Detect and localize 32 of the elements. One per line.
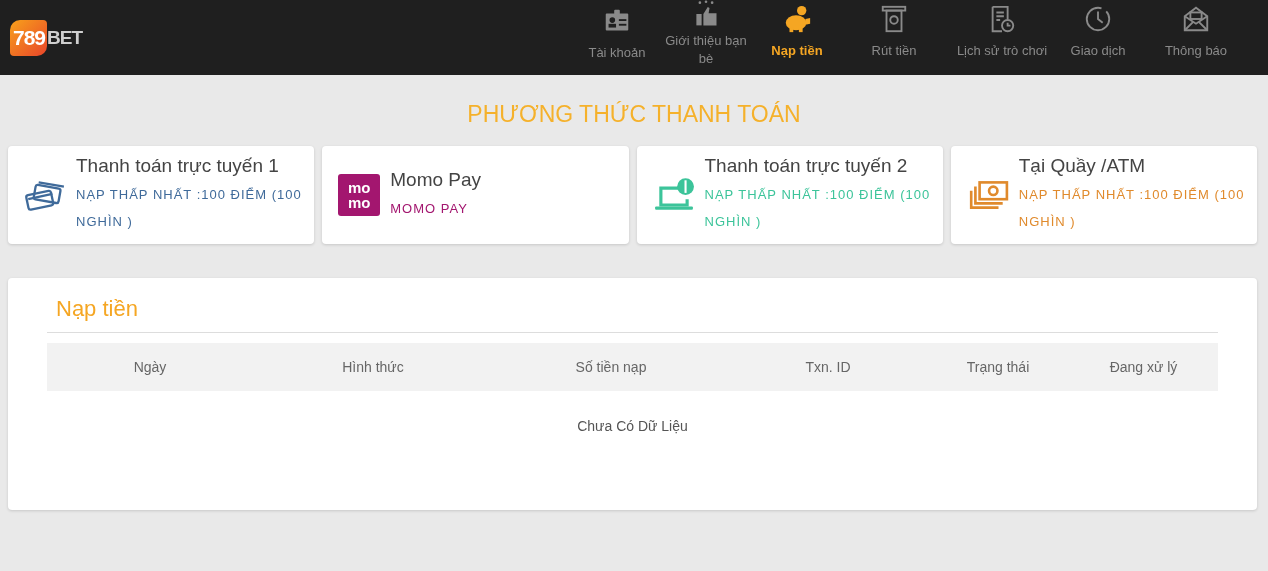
column-header: Số tiền nạp (574, 359, 648, 375)
momo-logo: mo mo (338, 174, 381, 216)
method-title: Thanh toán trực tuyến 2 (704, 155, 909, 177)
nav-item[interactable]: Giới thiệu bạn bè (656, 0, 756, 68)
clock-icon (1083, 4, 1113, 34)
method-title: Thanh toán trực tuyến 1 (76, 155, 280, 177)
nav-item[interactable]: Giao dịch (1054, 0, 1142, 60)
payment-method-card[interactable]: Thanh toán trực tuyến 2 NẠP THẤP NHẤT :100 ĐIỂM (100 NGHÌN ) (636, 146, 943, 244)
column-header: Hình thức (341, 359, 405, 375)
column-header: Ngày (132, 359, 168, 375)
mail-icon (1181, 4, 1211, 34)
column-header: Trạng thái (965, 359, 1031, 375)
payment-method-card[interactable]: mo mo Momo Pay MOMO PAY (322, 146, 629, 244)
method-note: NẠP THẤP NHẤT :100 ĐIỂM (100 NGHÌN ) (704, 186, 932, 231)
atm-icon (879, 4, 909, 34)
column-header: Đang xử lý (1108, 359, 1179, 375)
panel-title: Nạp tiền (47, 296, 1218, 333)
method-title: Tại Quầy /ATM (1018, 155, 1147, 177)
section-heading: PHƯƠNG THỨC THANH TOÁN (466, 101, 802, 128)
nav-item[interactable]: Thông báo (1142, 0, 1250, 60)
empty-message: Chưa Có Dữ Liệu (576, 418, 689, 434)
method-note: MOMO PAY (390, 199, 469, 218)
payment-method-card[interactable]: Tại Quầy /ATM NẠP THẤP NHẤT :100 ĐIỂM (100 NGHÌN ) (950, 146, 1257, 244)
nav-item[interactable]: Lịch sử trò chơi (950, 0, 1054, 60)
method-note: NẠP THẤP NHẤT :100 ĐIỂM (100 NGHÌN ) (1018, 186, 1246, 231)
payment-method-card[interactable]: Thanh toán trực tuyến 1 NẠP THẤP NHẤT :100 ĐIỂM (100 NGHÌN ) (8, 146, 315, 244)
method-title: Momo Pay (390, 168, 482, 191)
nav-item[interactable]: Nạp tiền (756, 0, 838, 60)
method-note: NẠP THẤP NHẤT :100 ĐIỂM (100 NGHÌN ) (76, 186, 303, 231)
nav-item[interactable]: Rút tiền (838, 0, 950, 60)
column-header: Txn. ID (804, 359, 852, 375)
nav-item[interactable]: Tài khoản (578, 0, 656, 62)
